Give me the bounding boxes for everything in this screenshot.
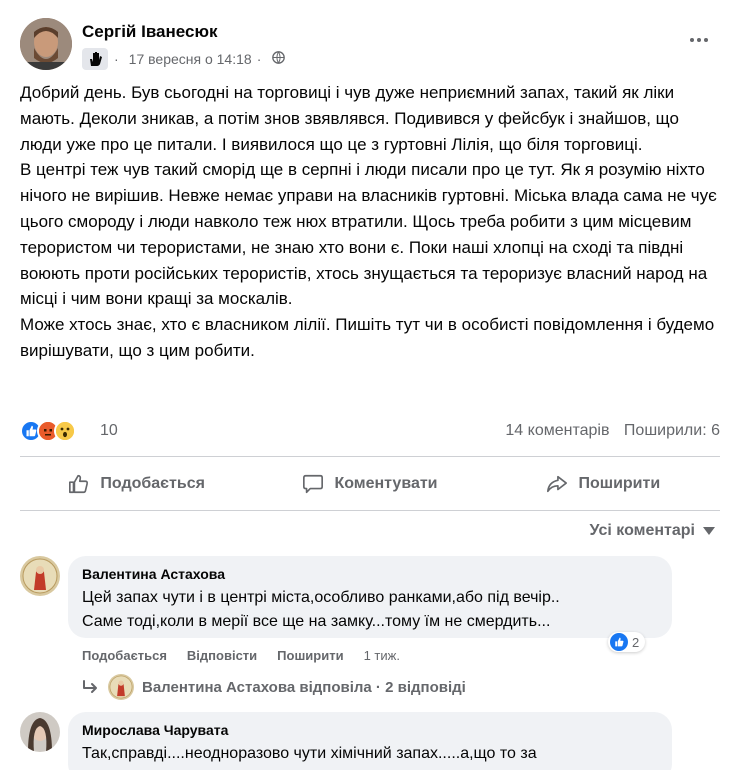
post-date[interactable]: 17 вересня о 14:18 [129, 51, 252, 67]
reactions-count[interactable]: 10 [100, 422, 118, 440]
post-meta: · 17 вересня о 14:18 · [82, 48, 286, 70]
share-button[interactable]: Поширити [487, 458, 720, 510]
like-reaction-icon [610, 633, 628, 651]
comment-label: Коментувати [334, 475, 438, 492]
comment-time[interactable]: 1 тиж. [364, 648, 400, 663]
post-paragraph: В центрі теж чув такий сморід ще в серпн… [20, 160, 717, 309]
meta-separator: · [114, 51, 119, 67]
comment-reaction-badge[interactable]: 2 [608, 632, 646, 652]
comment-text-line: Цей запах чути і в центрі міста,особливо… [82, 589, 560, 606]
commenter-avatar[interactable] [20, 556, 60, 596]
commenter-name[interactable]: Валентина Астахова [82, 566, 658, 582]
comment-button[interactable]: Коментувати [253, 458, 486, 510]
post-body: Добрий день. Був сьогодні на торговиці і… [20, 80, 720, 364]
reply-arrow-icon [83, 680, 97, 693]
divider [20, 456, 720, 457]
share-label: Поширити [578, 475, 661, 492]
view-replies-button[interactable]: Валентина Астахова відповіла · 2 відпові… [82, 674, 466, 700]
comment-bubble: Валентина Астахова Цей запах чути і в це… [68, 556, 672, 638]
post-paragraph: Добрий день. Був сьогодні на торговиці і… [20, 83, 679, 154]
more-dot-icon [690, 38, 694, 42]
like-label: Подобається [100, 475, 205, 492]
comments-count[interactable]: 14 коментарів [505, 422, 609, 439]
comment-bubble: Мирослава Чарувата Так,справді....неодно… [68, 712, 672, 770]
shares-count[interactable]: Поширили: 6 [624, 422, 720, 439]
post-actions: Подобається Коментувати Поширити [20, 458, 720, 510]
comment-reply-link[interactable]: Відповісти [187, 648, 257, 663]
meta-separator-2: · [256, 51, 262, 67]
divider [20, 510, 720, 511]
caret-down-icon [703, 527, 715, 535]
reply-avatar [108, 674, 134, 700]
comment-icon [303, 474, 324, 494]
wow-reaction-icon [54, 420, 76, 442]
hand-badge-icon [82, 48, 108, 70]
sort-label: Усі коментарі [589, 522, 695, 539]
more-dot-icon [697, 38, 701, 42]
reactions-summary: 10 14 коментарів Поширили: 6 [20, 420, 720, 444]
commenter-avatar[interactable] [20, 712, 60, 752]
more-dot-icon [704, 38, 708, 42]
comment-like-link[interactable]: Подобається [82, 648, 167, 663]
post-header: Сергій Іванесюк · 17 вересня о 14:18 · [20, 18, 720, 72]
more-options-button[interactable] [684, 28, 714, 52]
comment-text-line: Так,справді....неодноразово чути хімічни… [82, 745, 537, 762]
comments-sort-dropdown[interactable]: Усі коментарі [590, 522, 715, 540]
comment-item: Валентина Астахова Цей запах чути і в це… [20, 556, 720, 666]
post-stats: 14 коментарів Поширили: 6 [495, 422, 720, 440]
comment-reaction-count: 2 [632, 634, 640, 650]
like-button[interactable]: Подобається [20, 458, 253, 510]
comment-share-link[interactable]: Поширити [277, 648, 343, 663]
author-name[interactable]: Сергій Іванесюк [82, 22, 217, 42]
globe-icon [272, 51, 286, 67]
thumbs-up-icon [69, 474, 89, 494]
author-avatar[interactable] [20, 18, 72, 70]
comment-item: Мирослава Чарувата Так,справді....неодно… [20, 712, 720, 770]
comment-text-line: Саме тоді,коли в мерії все ще на замку..… [82, 613, 551, 630]
post-paragraph: Може хтось знає, хто є власником лілії. … [20, 315, 715, 360]
reaction-icons[interactable] [20, 420, 76, 442]
comment-actions: Подобається Відповісти Поширити 1 тиж. [82, 648, 400, 663]
share-icon [547, 475, 568, 493]
replies-summary: Валентина Астахова відповіла · 2 відпові… [142, 678, 466, 696]
commenter-name[interactable]: Мирослава Чарувата [82, 722, 658, 738]
